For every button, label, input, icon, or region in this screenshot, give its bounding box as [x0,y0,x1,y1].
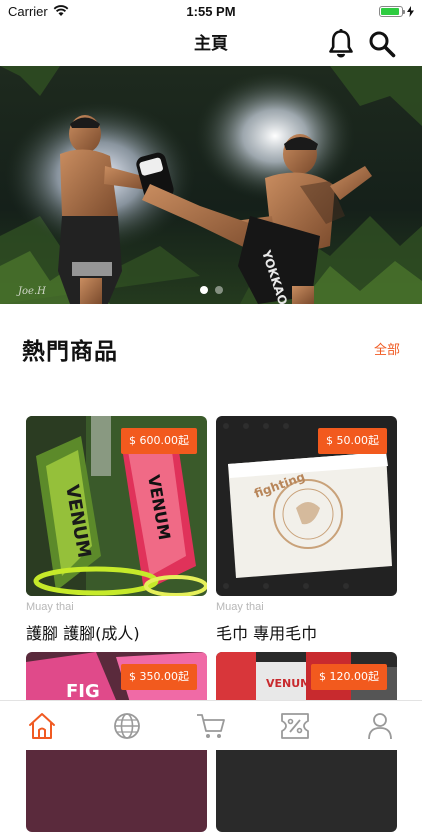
tab-explore[interactable] [84,701,168,750]
charging-icon [407,5,414,17]
tab-bar [0,700,422,750]
price-badge: $ 50.00起 [318,428,387,454]
cart-icon [197,713,225,738]
product-category: Muay thai [26,601,74,613]
notification-button[interactable] [325,28,357,60]
carousel-indicator[interactable] [0,286,422,294]
tab-coupons[interactable] [253,701,337,750]
status-left: Carrier [8,4,69,19]
price-badge: $ 120.00起 [311,664,387,690]
tab-cart[interactable] [169,701,253,750]
bell-icon [329,29,353,58]
price-badge: $ 600.00起 [121,428,197,454]
promo-banner[interactable]: YOKKAO Joe.H [0,66,422,304]
carousel-dot-2[interactable] [214,286,223,294]
svg-text:FIG: FIG [66,681,100,702]
search-icon [369,31,396,58]
search-button[interactable] [366,28,398,60]
globe-icon [113,712,140,739]
product-card[interactable]: VENUM VENUM $ 600.00起 Muay thai 護腳 護腳(成人… [26,416,207,644]
hot-products-header: 熱門商品 全部 [0,304,422,384]
carrier-label: Carrier [8,3,48,19]
product-category: Muay thai [216,601,264,613]
tab-profile[interactable] [338,701,422,750]
product-image[interactable]: VENUM VENUM $ 600.00起 [26,416,207,596]
home-icon [29,712,56,739]
carousel-dot-1[interactable] [199,286,208,294]
product-image[interactable]: fighting $ 50.00起 [216,416,397,596]
product-name: 毛巾 專用毛巾 [216,624,318,643]
nav-bar: 主頁 [0,22,422,66]
price-badge: $ 350.00起 [121,664,197,690]
tab-home[interactable] [0,701,84,750]
section-title: 熱門商品 [22,339,118,365]
wifi-icon [53,5,69,16]
coupon-icon [281,712,310,739]
profile-icon [367,712,392,739]
status-right [379,5,414,17]
banner-photo: YOKKAO Joe.H [0,66,422,304]
svg-text:VENUM: VENUM [266,677,311,690]
see-all-link[interactable]: 全部 [374,339,400,358]
product-card[interactable]: fighting $ 50.00起 Muay thai 毛巾 專用毛巾 [216,416,397,644]
product-name: 護腳 護腳(成人) [26,624,140,643]
page-title: 主頁 [194,34,228,54]
battery-icon [379,5,405,17]
status-bar: Carrier 1:55 PM [0,0,422,22]
